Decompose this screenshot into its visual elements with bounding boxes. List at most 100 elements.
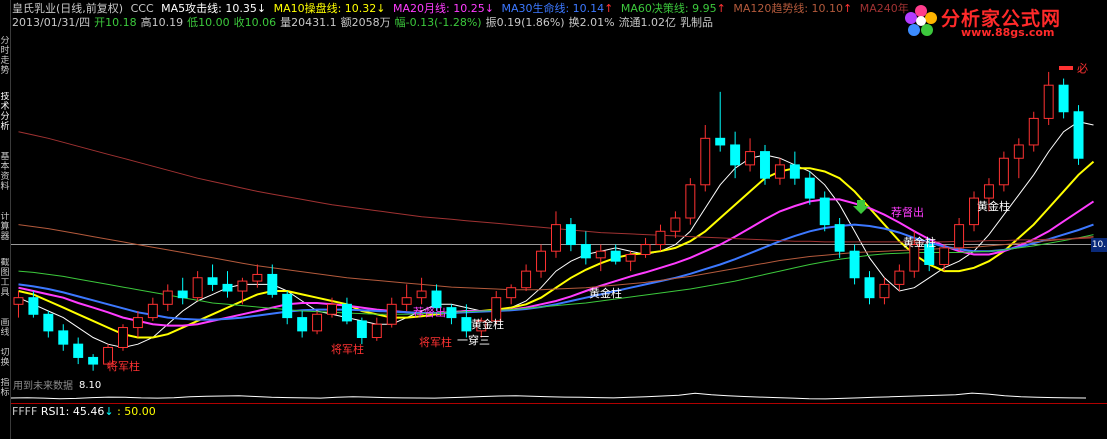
candle-body (819, 197, 830, 226)
candlestick[interactable] (147, 297, 158, 321)
candle-body (715, 137, 726, 146)
candlestick[interactable] (939, 244, 950, 272)
candlestick[interactable] (804, 171, 815, 205)
candlestick[interactable] (521, 264, 532, 292)
tab-intraday[interactable]: 分时走势 (0, 36, 10, 86)
candle-body (446, 307, 457, 319)
candle-body (983, 184, 994, 199)
candlestick[interactable] (13, 291, 24, 318)
quote-open: 开10.18 (94, 16, 137, 29)
candlestick[interactable] (461, 304, 472, 338)
candlestick[interactable] (610, 244, 621, 265)
candlestick[interactable] (341, 297, 352, 325)
candle-body (625, 254, 636, 262)
candlestick[interactable] (401, 284, 412, 311)
tab-indicator[interactable]: 指标 (0, 378, 10, 402)
quote-change: 幅-0.13(-1.28%) (394, 16, 482, 29)
candle-body (879, 283, 890, 299)
candlestick[interactable] (834, 218, 845, 258)
formula-name[interactable]: CCC (131, 2, 154, 15)
candlestick[interactable] (282, 291, 293, 325)
signal-label-huangjin-1: 黄金柱 (471, 317, 504, 331)
candlestick[interactable] (371, 317, 382, 341)
candlestick[interactable] (386, 297, 397, 328)
candlestick[interactable] (700, 125, 711, 192)
rsi-formula-name[interactable]: FFFF (12, 405, 37, 418)
candlestick[interactable] (267, 264, 278, 298)
candle-body (834, 224, 845, 252)
tab-fundamentals[interactable]: 基本资料 (0, 152, 10, 202)
candlestick[interactable] (356, 317, 367, 345)
candlestick[interactable] (506, 284, 517, 305)
quote-date: 2013/01/31/四 (12, 16, 91, 29)
candlestick[interactable] (177, 277, 188, 305)
rsi-panel-layer (11, 392, 1087, 400)
candlestick[interactable] (1013, 138, 1024, 179)
kline-chart[interactable]: 用到未来数据 8.10 将军柱 将军柱 将军柱 荐督出 黄金柱 一穿三 黄金柱 … (11, 32, 1107, 402)
candlestick[interactable] (625, 251, 636, 272)
tab-technical-analysis[interactable]: 技术分析 (0, 92, 10, 142)
candlestick[interactable] (640, 237, 651, 258)
candle-body (282, 293, 293, 319)
signal-label-jiedu-2: 荐督出 (891, 205, 924, 219)
candlestick[interactable] (43, 310, 54, 338)
candle-body (341, 303, 352, 322)
tab-calculator[interactable]: 计算器 (0, 212, 10, 252)
candlestick[interactable] (998, 151, 1009, 192)
candlestick[interactable] (954, 218, 965, 252)
candlestick[interactable] (207, 264, 218, 292)
candlestick[interactable] (864, 271, 875, 305)
candlestick[interactable] (1043, 71, 1054, 126)
candlestick[interactable] (1028, 111, 1039, 152)
candlestick[interactable] (685, 178, 696, 225)
candlestick[interactable] (536, 244, 547, 278)
candlestick[interactable] (849, 244, 860, 285)
quote-close: 收10.06 (233, 16, 277, 29)
candlestick[interactable] (162, 284, 173, 311)
candle-body (939, 247, 950, 265)
candlestick[interactable] (222, 271, 233, 298)
candlestick[interactable] (550, 211, 561, 258)
candlestick[interactable] (58, 324, 69, 351)
candlestick[interactable] (580, 231, 591, 265)
candlestick[interactable] (73, 337, 84, 365)
candlestick[interactable] (789, 151, 800, 185)
candlestick[interactable] (595, 244, 606, 272)
candlestick[interactable] (894, 264, 905, 292)
quote-volume: 量20431.1 (280, 16, 337, 29)
candlestick[interactable] (655, 224, 666, 252)
candlestick[interactable] (819, 191, 830, 232)
indicator-header: 皇氏乳业(日线,前复权) CCC MA5攻击线: 10.35↓ MA10操盘线:… (12, 2, 913, 16)
candle-body (1043, 84, 1054, 119)
rsi-arrow: ↓ (104, 405, 114, 418)
candle-body (1073, 111, 1084, 159)
candlestick[interactable] (1073, 105, 1084, 165)
candlestick[interactable] (118, 324, 128, 351)
tab-screenshot-tool[interactable]: 截图工具 (0, 258, 10, 308)
candlestick[interactable] (715, 91, 726, 152)
candlestick[interactable] (312, 310, 323, 335)
candle-body (550, 224, 561, 252)
quote-amplitude: 振0.19(1.86%) (485, 16, 565, 29)
candlestick[interactable] (416, 277, 427, 305)
candlestick[interactable] (565, 218, 576, 252)
signal-label-jiedu-1: 荐督出 (413, 305, 446, 319)
candlestick[interactable] (760, 144, 770, 185)
candlestick[interactable] (132, 310, 143, 338)
candlestick[interactable] (446, 304, 457, 325)
tab-draw-line[interactable]: 画线 (0, 318, 10, 342)
tab-switch[interactable]: 切换 (0, 348, 10, 372)
quote-turnover: 换2.01% (568, 16, 615, 29)
candle-body (401, 297, 412, 305)
candle-body (655, 230, 666, 246)
candlestick[interactable] (192, 271, 203, 301)
candlestick[interactable] (774, 158, 785, 185)
candlestick[interactable] (1058, 78, 1069, 119)
candlestick[interactable] (745, 138, 756, 172)
candlestick[interactable] (670, 211, 681, 238)
candlestick[interactable] (879, 277, 890, 305)
stock-name[interactable]: 皇氏乳业(日线,前复权) (12, 2, 123, 15)
candle-body (13, 297, 24, 305)
candlestick[interactable] (297, 310, 308, 338)
candlestick[interactable] (88, 354, 99, 371)
